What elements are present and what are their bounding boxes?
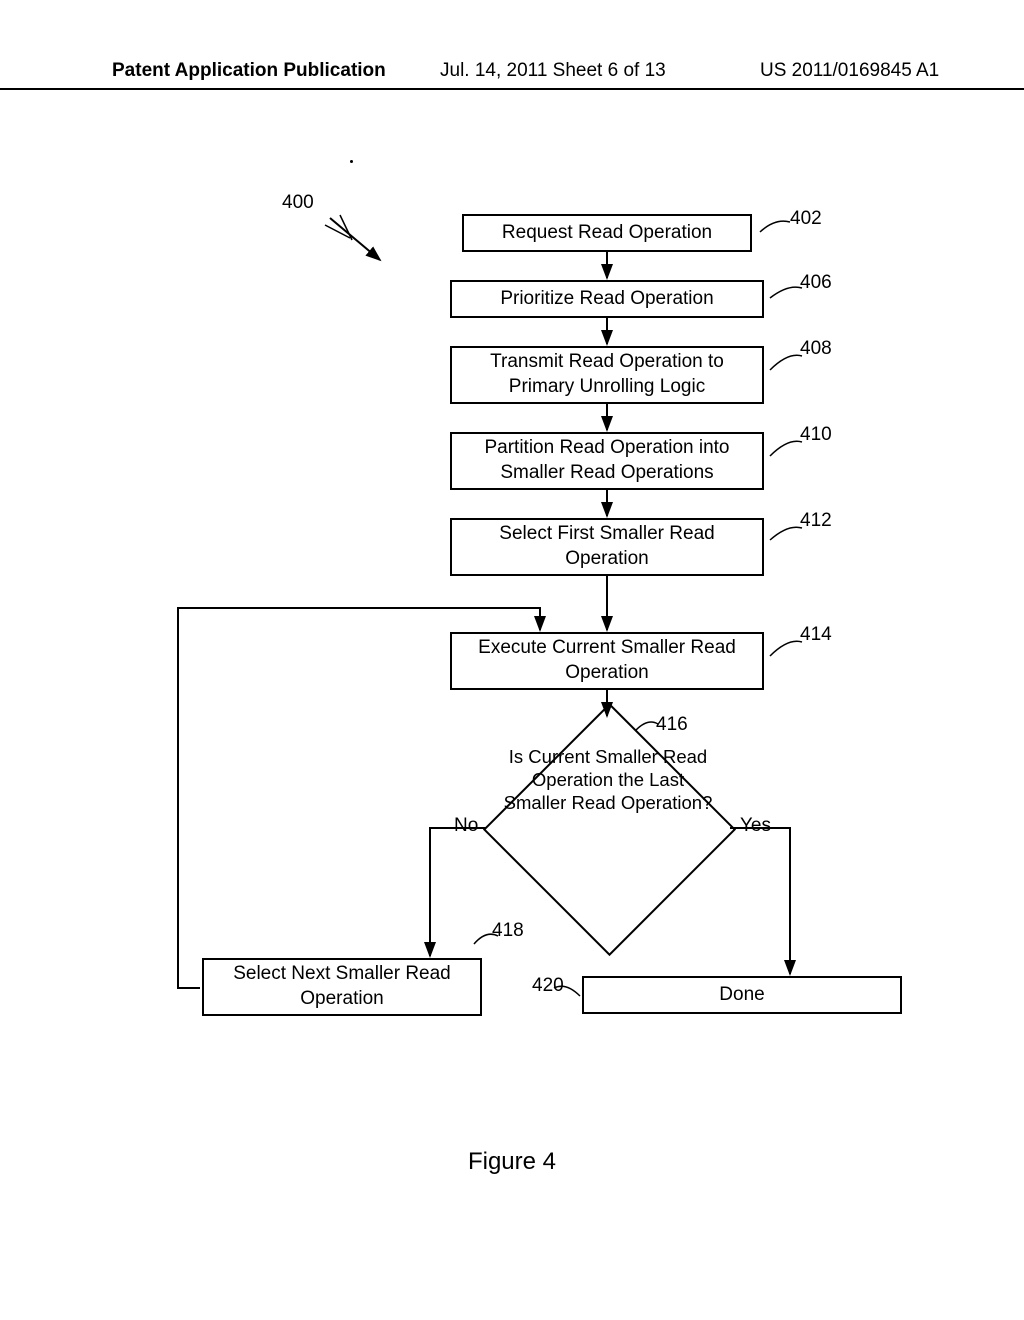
ref-420: 420 — [532, 975, 564, 997]
ref-416: 416 — [656, 714, 688, 736]
figure-caption: Figure 4 — [0, 1148, 1024, 1176]
box-partition-text: Partition Read Operation into Smaller Re… — [460, 436, 754, 485]
ref-400: 400 — [282, 192, 314, 214]
box-request-read: Request Read Operation — [462, 214, 752, 252]
box-select-first-text: Select First Smaller Read Operation — [460, 522, 754, 571]
box-partition: Partition Read Operation into Smaller Re… — [450, 432, 764, 490]
box-prioritize: Prioritize Read Operation — [450, 280, 764, 318]
box-transmit-text: Transmit Read Operation to Primary Unrol… — [460, 350, 754, 399]
decision-diamond — [483, 703, 736, 956]
ref-418: 418 — [492, 920, 524, 942]
box-done-text: Done — [719, 983, 764, 1008]
dot-artifact — [350, 160, 353, 163]
ref-406: 406 — [800, 272, 832, 294]
label-yes: Yes — [740, 815, 771, 837]
box-select-next-text: Select Next Smaller Read Operation — [212, 962, 472, 1011]
box-prioritize-text: Prioritize Read Operation — [500, 287, 713, 312]
box-execute: Execute Current Smaller Read Operation — [450, 632, 764, 690]
ref-414: 414 — [800, 624, 832, 646]
box-select-next: Select Next Smaller Read Operation — [202, 958, 482, 1016]
box-transmit: Transmit Read Operation to Primary Unrol… — [450, 346, 764, 404]
box-done: Done — [582, 976, 902, 1014]
box-select-first: Select First Smaller Read Operation — [450, 518, 764, 576]
ref-402: 402 — [790, 208, 822, 230]
ref-410: 410 — [800, 424, 832, 446]
ref-412: 412 — [800, 510, 832, 532]
ref-408: 408 — [800, 338, 832, 360]
page: Patent Application Publication Jul. 14, … — [0, 0, 1024, 1320]
flowchart: 400 Request Read Operation 402 Prioritiz… — [0, 0, 1024, 1320]
box-execute-text: Execute Current Smaller Read Operation — [460, 636, 754, 685]
label-no: No — [454, 815, 478, 837]
box-request-read-text: Request Read Operation — [502, 221, 712, 246]
